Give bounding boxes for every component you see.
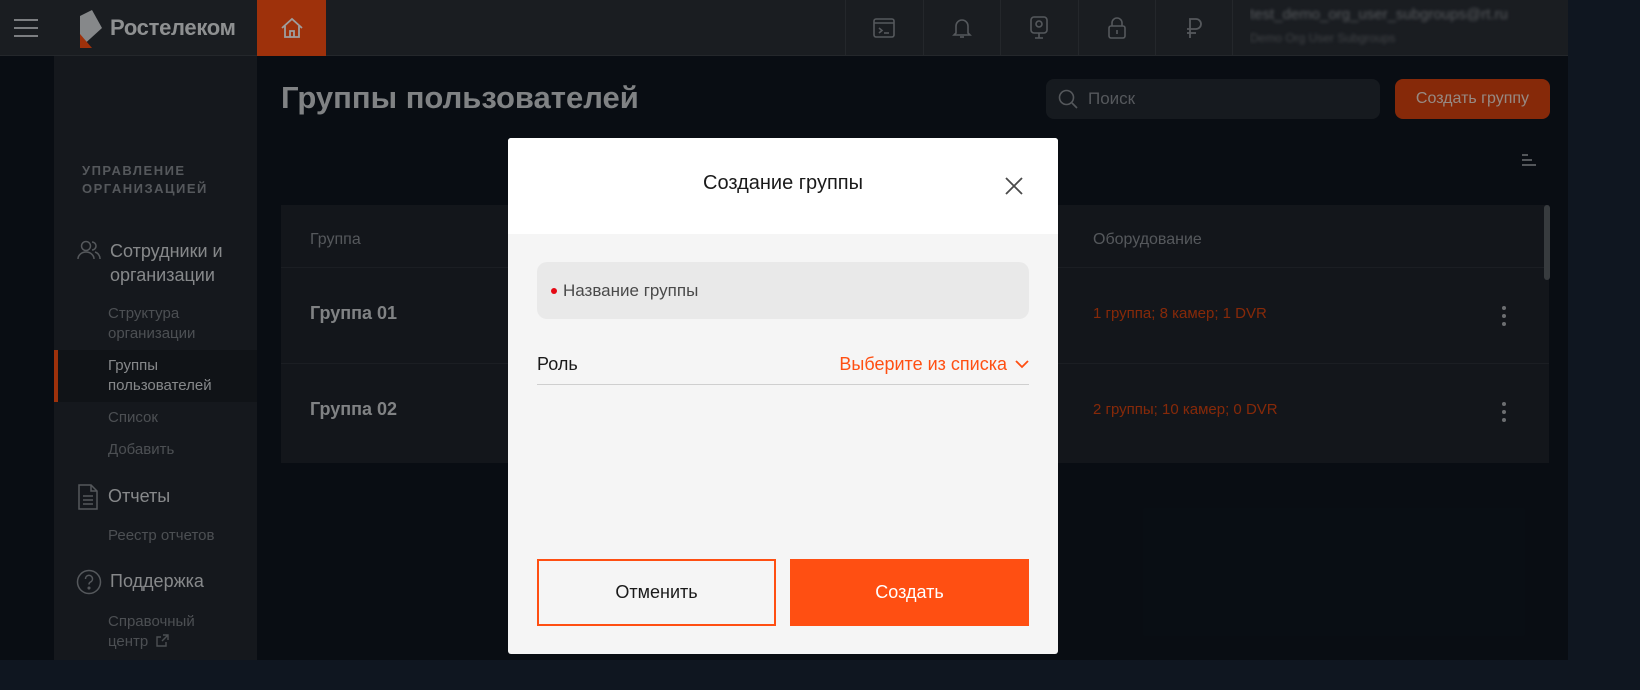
cancel-button[interactable]: Отменить	[537, 559, 776, 626]
required-indicator	[551, 287, 557, 294]
close-icon	[1005, 177, 1023, 195]
role-select[interactable]: Выберите из списка	[839, 354, 1029, 375]
create-group-dialog: Создание группы Роль Выберите из списка …	[508, 138, 1058, 654]
chevron-down-icon	[1015, 360, 1029, 369]
group-name-input[interactable]	[563, 280, 1003, 301]
dialog-title: Создание группы	[703, 172, 863, 194]
dialog-header: Создание группы	[508, 138, 1058, 234]
create-button[interactable]: Создать	[790, 559, 1029, 626]
role-select-value: Выберите из списка	[839, 354, 1007, 374]
role-label: Роль	[537, 354, 578, 374]
close-button[interactable]	[1002, 174, 1026, 198]
group-name-field[interactable]	[537, 262, 1029, 319]
role-field: Роль Выберите из списка	[537, 350, 1029, 385]
